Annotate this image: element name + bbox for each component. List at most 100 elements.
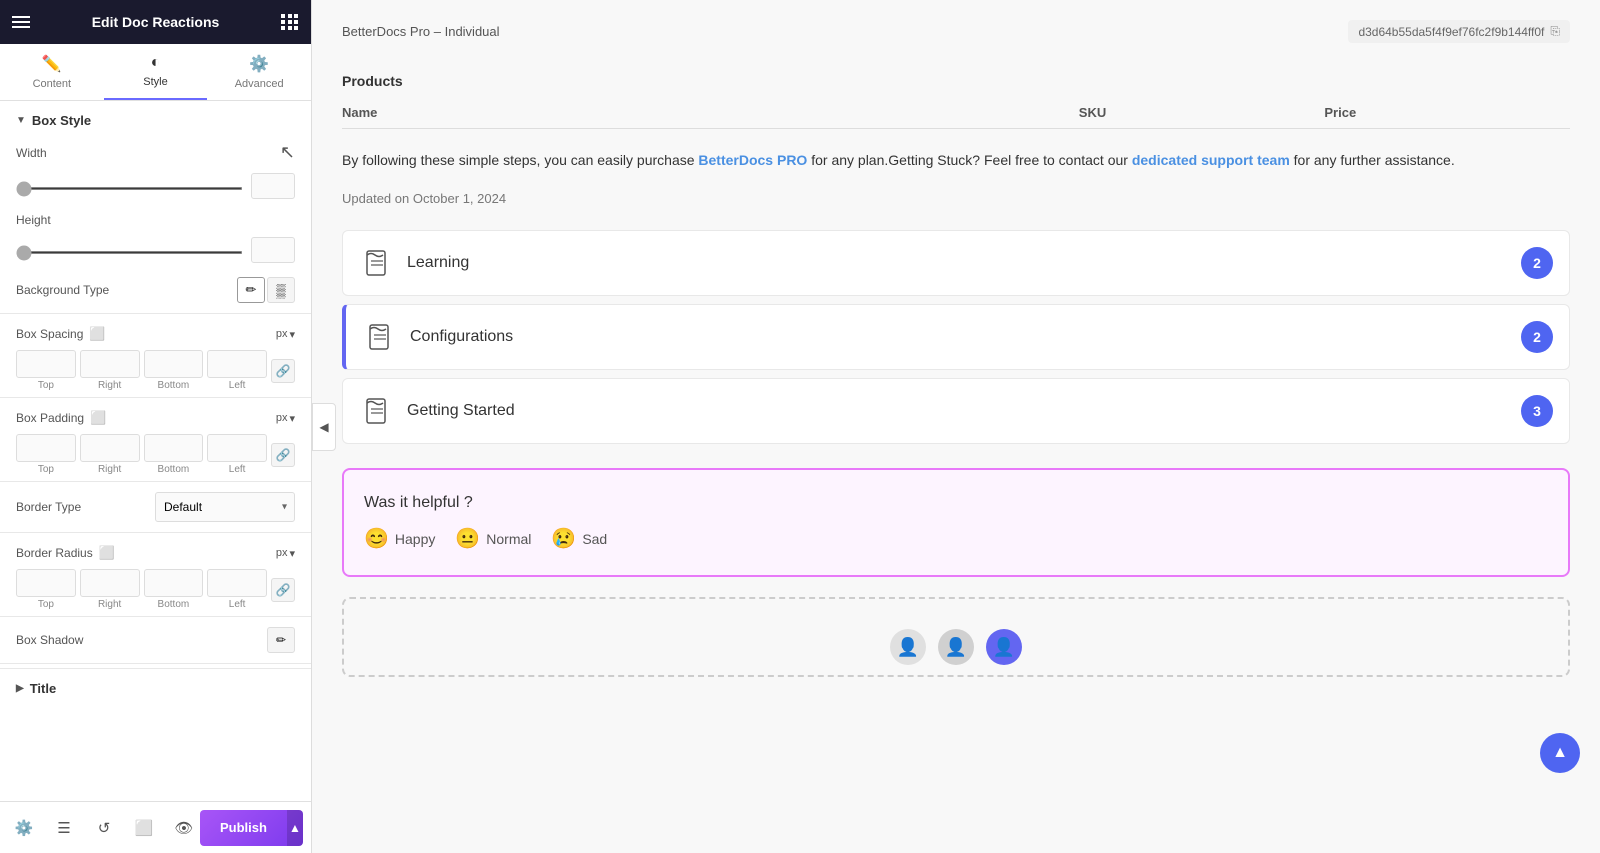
radius-top-box: Top: [16, 569, 76, 610]
box-padding-label: Box Padding: [16, 411, 84, 425]
width-input[interactable]: [251, 173, 295, 199]
padding-bottom-input[interactable]: [144, 434, 204, 462]
normal-label: Normal: [486, 531, 531, 547]
spacing-left-input[interactable]: [207, 350, 267, 378]
radius-right-input[interactable]: [80, 569, 140, 597]
title-section-label: Title: [30, 681, 57, 696]
support-link[interactable]: dedicated support team: [1132, 152, 1290, 168]
padding-bottom-box: Bottom: [144, 434, 204, 475]
bg-gradient-btn[interactable]: ▒: [267, 277, 295, 303]
publish-arrow-btn[interactable]: ▲: [287, 810, 303, 846]
radius-top-input[interactable]: [16, 569, 76, 597]
height-label: Height: [16, 213, 51, 227]
doc-name-configurations: Configurations: [410, 328, 1521, 346]
width-slider[interactable]: [16, 187, 243, 190]
box-padding-inputs: Top Right Bottom Left 🔗: [0, 430, 311, 477]
tabs-row: ✏️ Content ◐ Style ⚙️ Advanced: [0, 44, 311, 101]
hamburger-menu[interactable]: [12, 16, 30, 28]
border-type-select[interactable]: Default None Solid Double Dotted Dashed: [155, 492, 295, 522]
reaction-box: Was it helpful ? 😊 Happy 😐 Normal 😢 Sad: [342, 468, 1570, 577]
description-text: By following these simple steps, you can…: [342, 149, 1570, 171]
height-slider[interactable]: [16, 251, 243, 254]
panel-collapse-arrow[interactable]: ◀: [312, 403, 336, 451]
bottom-icons: ⚙️ ☰ ↺ ⬜ 👁: [8, 812, 200, 844]
padding-left-label: Left: [229, 464, 246, 475]
updated-date: Updated on October 1, 2024: [342, 191, 1570, 206]
history-icon-btn[interactable]: ↺: [88, 812, 120, 844]
tab-style-label: Style: [143, 76, 167, 88]
hash-copy-icon[interactable]: ⎘: [1550, 24, 1560, 39]
height-input[interactable]: [251, 237, 295, 263]
padding-top-box: Top: [16, 434, 76, 475]
scroll-top-button[interactable]: ▲: [1540, 733, 1580, 773]
padding-bottom-label: Bottom: [158, 464, 190, 475]
publish-btn-wrap[interactable]: Publish ▲: [200, 810, 303, 846]
border-radius-unit-select[interactable]: px ▾: [276, 547, 295, 560]
tab-advanced[interactable]: ⚙️ Advanced: [207, 44, 311, 100]
bg-type-label: Background Type: [16, 283, 109, 297]
doc-icon-learning: [359, 245, 395, 281]
title-section-header[interactable]: ▶ Title: [16, 681, 295, 696]
divider-2: [0, 397, 311, 398]
radius-left-input[interactable]: [207, 569, 267, 597]
reaction-sad[interactable]: 😢 Sad: [551, 526, 607, 551]
spacing-link-btn[interactable]: 🔗: [271, 359, 295, 383]
spacing-bottom-input[interactable]: [144, 350, 204, 378]
box-shadow-label: Box Shadow: [16, 633, 83, 647]
doc-list: Learning 2 Configurations 2: [342, 230, 1570, 444]
reaction-normal[interactable]: 😐 Normal: [455, 526, 531, 551]
settings-icon-btn[interactable]: ⚙️: [8, 812, 40, 844]
spacing-top-label: Top: [38, 380, 54, 391]
radius-bottom-input[interactable]: [144, 569, 204, 597]
spacing-left-label: Left: [229, 380, 246, 391]
spacing-unit-select[interactable]: px ▾: [276, 328, 295, 341]
padding-left-box: Left: [207, 434, 267, 475]
border-radius-inputs: Top Right Bottom Left 🔗: [0, 565, 311, 612]
dashed-section: 👤 👤 👤: [342, 597, 1570, 677]
betterdocs-link[interactable]: BetterDocs PRO: [698, 152, 807, 168]
box-shadow-edit-btn[interactable]: ✏: [267, 627, 295, 653]
bg-type-buttons: ✏ ▒: [237, 277, 295, 303]
box-shadow-row: Box Shadow ✏: [0, 621, 311, 659]
happy-label: Happy: [395, 531, 435, 547]
border-type-select-wrap: Default None Solid Double Dotted Dashed: [155, 492, 295, 522]
box-spacing-inputs: Top Right Bottom Left 🔗: [0, 346, 311, 393]
tab-style[interactable]: ◐ Style: [104, 44, 208, 100]
grid-icon[interactable]: [281, 14, 299, 30]
advanced-tab-icon: ⚙️: [249, 54, 269, 74]
spacing-monitor-icon: ⬜: [89, 326, 105, 342]
box-style-label: Box Style: [32, 113, 91, 128]
layers-icon-btn[interactable]: ☰: [48, 812, 80, 844]
padding-top-label: Top: [38, 464, 54, 475]
radius-right-label: Right: [98, 599, 121, 610]
padding-right-input[interactable]: [80, 434, 140, 462]
padding-unit-select[interactable]: px ▾: [276, 412, 295, 425]
publish-button[interactable]: Publish: [200, 820, 287, 835]
doc-header-row: BetterDocs Pro – Individual d3d64b55da5f…: [342, 20, 1570, 53]
spacing-right-input[interactable]: [80, 350, 140, 378]
doc-list-item-configurations[interactable]: Configurations 2: [342, 304, 1570, 370]
panel-header: Edit Doc Reactions: [0, 0, 311, 44]
height-slider-wrap: [16, 241, 243, 259]
reaction-options: 😊 Happy 😐 Normal 😢 Sad: [364, 526, 1548, 551]
padding-left-input[interactable]: [207, 434, 267, 462]
preview-icon-btn[interactable]: 👁: [168, 812, 200, 844]
spacing-top-input[interactable]: [16, 350, 76, 378]
padding-link-btn[interactable]: 🔗: [271, 443, 295, 467]
doc-list-item-learning[interactable]: Learning 2: [342, 230, 1570, 296]
border-radius-unit-value: px: [276, 547, 288, 559]
license-hash-box: d3d64b55da5f4f9ef76fc2f9b144ff0f ⎘: [1348, 20, 1570, 43]
doc-list-item-getting-started[interactable]: Getting Started 3: [342, 378, 1570, 444]
width-slider-row: [0, 169, 311, 207]
tab-advanced-label: Advanced: [235, 78, 284, 90]
padding-right-label: Right: [98, 464, 121, 475]
bg-classic-btn[interactable]: ✏: [237, 277, 265, 303]
reaction-happy[interactable]: 😊 Happy: [364, 526, 435, 551]
radius-link-btn[interactable]: 🔗: [271, 578, 295, 602]
tab-content[interactable]: ✏️ Content: [0, 44, 104, 100]
padding-top-input[interactable]: [16, 434, 76, 462]
height-slider-row: [0, 233, 311, 271]
border-radius-monitor-icon: ⬜: [99, 545, 115, 561]
responsive-icon-btn[interactable]: ⬜: [128, 812, 160, 844]
box-style-section-header[interactable]: ▼ Box Style: [0, 101, 311, 136]
